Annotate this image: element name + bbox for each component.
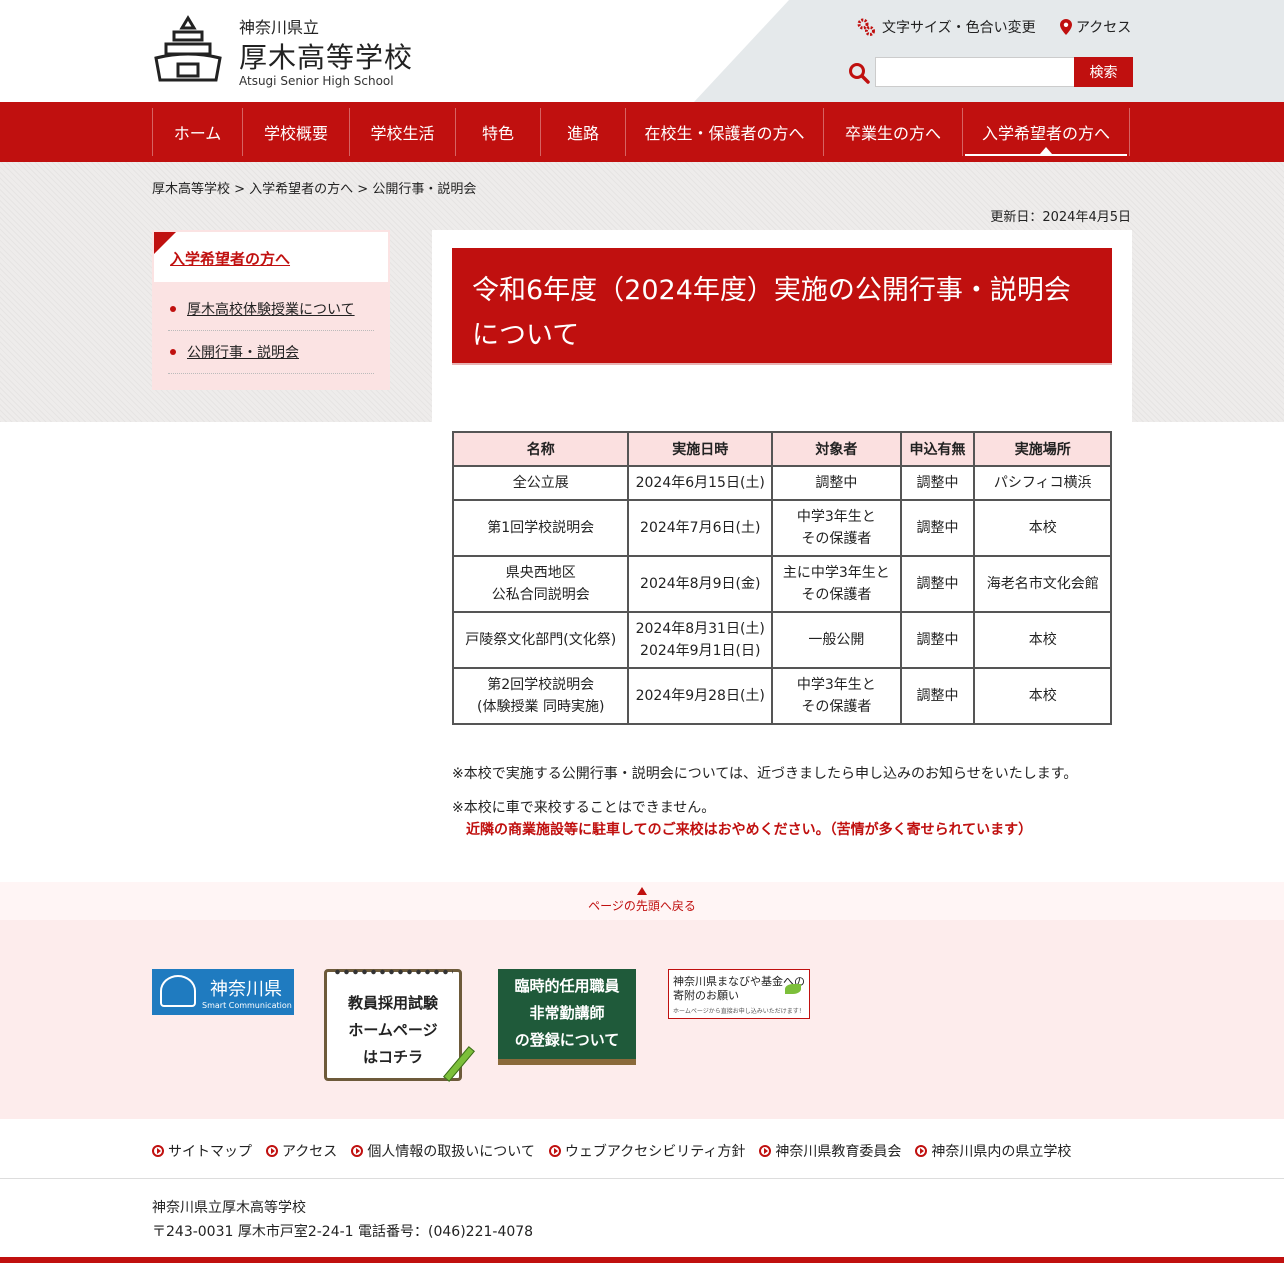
footer-link-schools[interactable]: 神奈川県内の県立学校 (915, 1141, 1071, 1161)
nav-about[interactable]: 学校概要 (242, 108, 349, 156)
arrow-circle-icon (266, 1145, 278, 1157)
arrow-circle-icon (548, 1145, 561, 1157)
font-color-change-link[interactable]: 文字サイズ・色合い変更 (856, 17, 1036, 37)
footer-school-name: 神奈川県立厚木高等学校 (152, 1200, 306, 1216)
footer-divider (0, 1178, 1284, 1179)
updated-date: 更新日：2024年4月5日 (990, 210, 1131, 225)
events-table: 名称 実施日時 対象者 申込有無 実施場所 全公立展 2024年6月15日(土) 調… (451, 431, 1112, 725)
global-nav: ホーム 学校概要 学校生活 特色 進路 在校生・保護者の方へ 卒業生の方へ 入学… (0, 102, 1284, 162)
table-cell: 調整中 (899, 555, 976, 613)
school-prefecture: 神奈川県立 (239, 18, 320, 37)
school-emblem-icon[interactable] (152, 14, 224, 84)
nav-school-life[interactable]: 学校生活 (349, 108, 455, 156)
nav-students-parents[interactable]: 在校生・保護者の方へ (625, 108, 823, 156)
table-cell: 主に中学3年生と その保護者 (771, 555, 902, 613)
map-pin-icon (1060, 19, 1072, 35)
table-cell: 本校 (973, 667, 1112, 725)
table-header: 名称 (451, 431, 630, 467)
page-top-link[interactable]: ページの先頭へ戻る (0, 887, 1284, 914)
table-cell: 中学3年生と その保護者 (771, 499, 902, 557)
gear-icon (857, 18, 875, 36)
table-cell: 調整中 (899, 465, 976, 501)
table-header: 実施場所 (973, 431, 1112, 467)
table-header: 申込有無 (899, 431, 976, 467)
arrow-circle-icon (152, 1145, 164, 1157)
notice-text: ※本校に車で来校することはできません。 (452, 800, 716, 816)
table-cell: 全公立展 (451, 465, 630, 501)
notebook-rings-icon (333, 968, 453, 976)
table-header: 実施日時 (627, 431, 774, 467)
search-button[interactable]: 検索 (1074, 57, 1133, 87)
bullet-icon (170, 306, 176, 312)
banner-area (0, 920, 1284, 1119)
table-cell: 本校 (973, 611, 1112, 669)
arrow-circle-icon (351, 1145, 364, 1157)
nav-career[interactable]: 進路 (540, 108, 625, 156)
sidebar-item-trial-class[interactable]: 厚木高校体験授業について (168, 288, 374, 331)
table-cell: 戸陵祭文化部門(文化祭) (451, 611, 630, 669)
sidebar-item-open-events[interactable]: 公開行事・説明会 (168, 331, 374, 374)
table-cell: 2024年8月31日(土) 2024年9月1日(日) (627, 611, 774, 669)
table-cell: 調整中 (899, 667, 976, 725)
footer-address: 〒243-0031 厚木市戸室2-24-1 電話番号：(046)221-4078 (152, 1224, 534, 1240)
table-row: 第1回学校説明会 2024年7月6日(土) 中学3年生と その保護者 調整中 本校 (451, 499, 1112, 557)
footer-link-sitemap[interactable]: サイトマップ (152, 1141, 252, 1161)
arrow-circle-icon (915, 1145, 928, 1157)
nav-features[interactable]: 特色 (455, 108, 540, 156)
school-name-english: Atsugi Senior High School (239, 74, 394, 88)
bottom-bar (0, 1257, 1284, 1263)
footer-link-access[interactable]: アクセス (266, 1141, 337, 1161)
table-cell: 一般公開 (771, 611, 902, 669)
table-cell: 調整中 (899, 499, 976, 557)
table-cell: 第2回学校説明会 (体験授業 同時実施) (451, 667, 630, 725)
table-header: 対象者 (771, 431, 902, 467)
table-row: 全公立展 2024年6月15日(土) 調整中 調整中 パシフィコ横浜 (451, 465, 1112, 501)
breadcrumb[interactable]: 厚木高等学校 > 入学希望者の方へ > 公開行事・説明会 (152, 178, 476, 197)
arrow-up-icon (637, 887, 647, 895)
search-icon (849, 63, 870, 84)
bullet-icon (170, 349, 176, 355)
footer-link-privacy[interactable]: 個人情報の取扱いについて (351, 1141, 535, 1161)
table-cell: 2024年9月28日(土) (627, 667, 774, 725)
temp-staff-banner[interactable]: 臨時的任用職員 非常勤講師 の登録について (498, 969, 636, 1065)
sidebar-title-link[interactable]: 入学希望者の方へ (170, 248, 290, 269)
notice-text: ※本校で実施する公開行事・説明会については、近づきましたら申し込みのお知らせをい… (452, 766, 1078, 782)
table-header-row: 名称 実施日時 対象者 申込有無 実施場所 (451, 431, 1112, 467)
table-cell: パシフィコ横浜 (973, 465, 1112, 501)
sidebar-header: 入学希望者の方へ (154, 232, 388, 282)
sprout-icon (785, 984, 801, 994)
school-name[interactable]: 厚木高等学校 (239, 36, 413, 76)
table-row: 第2回学校説明会 (体験授業 同時実施) 2024年9月28日(土) 中学3年生と … (451, 667, 1112, 725)
manabiya-fund-banner[interactable]: 神奈川県まなびや基金への 寄附のお願い ホームページから直接お申し込みいただけま… (668, 969, 810, 1019)
table-row: 県央西地区 公私合同説明会 2024年8月9日(金) 主に中学3年生と その保護者調… (451, 555, 1112, 613)
arrow-circle-icon (759, 1145, 772, 1157)
footer-link-board[interactable]: 神奈川県教育委員会 (759, 1141, 901, 1161)
page-title: 令和6年度（2024年度）実施の公開行事・説明会について (452, 248, 1112, 365)
table-cell: 第1回学校説明会 (451, 499, 630, 557)
nav-alumni[interactable]: 卒業生の方へ (823, 108, 962, 156)
table-cell: 中学3年生と その保護者 (771, 667, 902, 725)
search-input[interactable] (875, 57, 1075, 87)
nav-home[interactable]: ホーム (152, 108, 242, 156)
table-cell: 調整中 (771, 465, 902, 501)
parking-warning: 近隣の商業施設等に駐車してのご来校はおやめください。（苦情が多く寄せられています… (466, 822, 1033, 838)
access-link[interactable]: アクセス (1060, 17, 1131, 37)
table-cell: 県央西地区 公私合同説明会 (451, 555, 630, 613)
table-cell: 海老名市文化会館 (973, 555, 1112, 613)
table-row: 戸陵祭文化部門(文化祭) 2024年8月31日(土) 2024年9月1日(日) 一般… (451, 611, 1112, 669)
table-cell: 2024年8月9日(金) (627, 555, 774, 613)
table-cell: 調整中 (899, 611, 976, 669)
footer-link-accessibility[interactable]: ウェブアクセシビリティ方針 (548, 1141, 745, 1161)
nav-applicants[interactable]: 入学希望者の方へ (962, 108, 1130, 156)
table-cell: 本校 (973, 499, 1112, 557)
kanagawa-banner[interactable]: 神奈川県 Smart Communication (152, 969, 294, 1015)
teacher-recruit-banner[interactable]: 教員採用試験 ホームページ はコチラ (324, 968, 475, 1082)
footer-links: サイトマップ アクセス 個人情報の取扱いについて ウェブアクセシビリティ方針 神… (152, 1141, 1071, 1161)
sidebar: 入学希望者の方へ 厚木高校体験授業について 公開行事・説明会 (152, 230, 390, 390)
kanagawa-logo-icon (160, 975, 196, 1007)
table-cell: 2024年6月15日(土) (627, 465, 774, 501)
table-cell: 2024年7月6日(土) (627, 499, 774, 557)
